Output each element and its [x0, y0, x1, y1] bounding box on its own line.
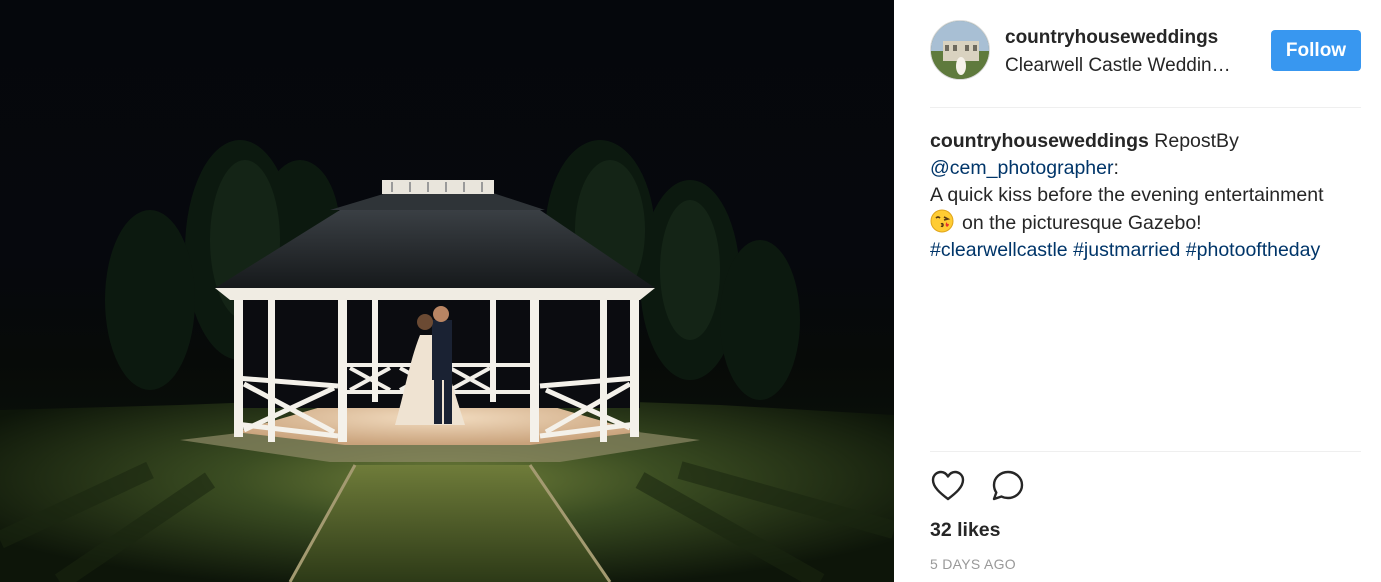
caption-username[interactable]: countryhouseweddings [930, 130, 1149, 152]
kissing-face-emoji-icon [930, 209, 954, 233]
mention-link[interactable]: @cem_photographer [930, 157, 1114, 179]
caption-colon: : [1113, 157, 1119, 179]
hashtag-link[interactable]: #photooftheday [1186, 239, 1320, 261]
hashtag-link[interactable]: #clearwellcastle [930, 239, 1068, 261]
avatar[interactable] [930, 20, 990, 80]
post-photo[interactable] [0, 0, 894, 582]
location-link[interactable]: Clearwell Castle Weddin… [1005, 55, 1250, 77]
likes-count[interactable]: 32 likes [930, 519, 1000, 542]
follow-button[interactable]: Follow [1271, 30, 1361, 71]
post-header: countryhouseweddings Clearwell Castle We… [930, 0, 1361, 108]
caption-line: A quick kiss before the evening entertai… [930, 184, 1324, 206]
post-actions: 32 likes 5 DAYS AGO [930, 451, 1361, 582]
caption-line: on the picturesque Gazebo! [962, 212, 1202, 234]
post-timestamp[interactable]: 5 DAYS AGO [930, 556, 1016, 572]
hashtag-link[interactable]: #justmarried [1073, 239, 1180, 261]
action-icons [930, 468, 1026, 504]
heart-outline-icon[interactable] [930, 468, 966, 504]
instagram-post: countryhouseweddings Clearwell Castle We… [0, 0, 1381, 582]
username[interactable]: countryhouseweddings [1005, 27, 1218, 49]
comment-bubble-icon[interactable] [990, 468, 1026, 504]
caption-text: RepostBy [1148, 130, 1239, 152]
gazebo-photo-illustration [0, 140, 894, 582]
post-caption: countryhouseweddings RepostBy @cem_photo… [930, 128, 1361, 264]
post-side-panel: countryhouseweddings Clearwell Castle We… [894, 0, 1381, 582]
